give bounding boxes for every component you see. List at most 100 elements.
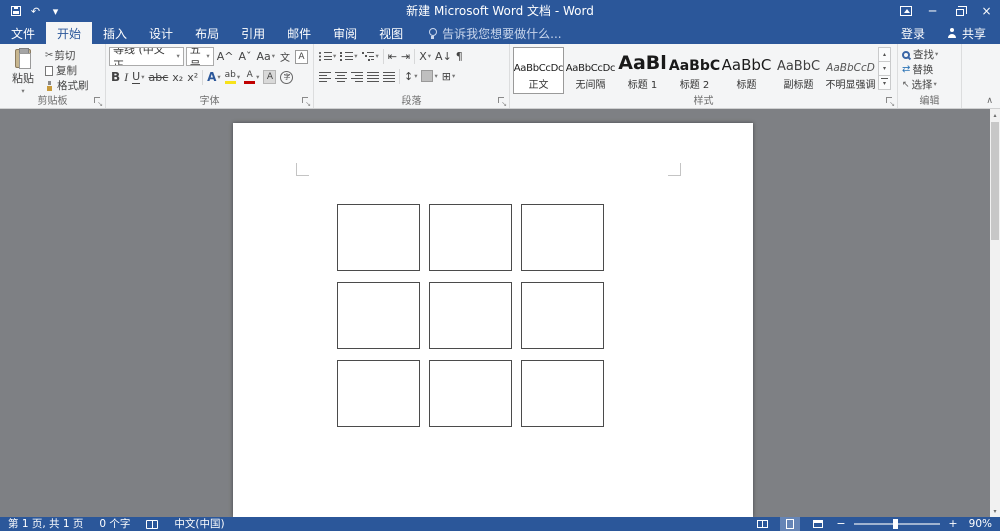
scroll-down-button[interactable]: ▾ bbox=[990, 505, 1000, 517]
numbering-button[interactable]: ▾ bbox=[338, 47, 359, 65]
tab-review[interactable]: 审阅 bbox=[322, 22, 368, 44]
style-card-subtle-emphasis[interactable]: AaBbCcD 不明显强调 bbox=[825, 47, 876, 94]
scroll-up-button[interactable]: ▴ bbox=[990, 109, 1000, 121]
tab-file[interactable]: 文件 bbox=[0, 22, 46, 44]
strikethrough-button[interactable]: abc bbox=[146, 68, 170, 86]
style-card-heading1[interactable]: AaBl 标题 1 bbox=[617, 47, 668, 94]
minimize-button[interactable]: ─ bbox=[919, 0, 946, 22]
collapse-ribbon-button[interactable]: ∧ bbox=[986, 96, 993, 106]
share-button[interactable]: 共享 bbox=[947, 25, 986, 42]
line-spacing-button[interactable]: ↕ ▾ bbox=[402, 67, 419, 85]
paste-button[interactable]: 粘贴 ▾ bbox=[3, 47, 43, 94]
style-card-heading2[interactable]: AaBbC 标题 2 bbox=[669, 47, 720, 94]
qat-customize-button[interactable]: ▾ bbox=[47, 0, 64, 22]
font-dialog-launcher[interactable] bbox=[301, 96, 311, 108]
italic-button[interactable]: I bbox=[122, 68, 130, 86]
style-gallery-down-button[interactable]: ▾ bbox=[878, 61, 891, 76]
document-page[interactable] bbox=[233, 123, 753, 517]
zoom-level[interactable]: 90% bbox=[966, 517, 992, 531]
proofing-status[interactable] bbox=[146, 519, 159, 529]
zoom-in-button[interactable]: + bbox=[948, 517, 958, 531]
justify-button[interactable] bbox=[365, 67, 381, 85]
cut-button[interactable]: ✂ 剪切 bbox=[43, 48, 91, 63]
phonetic-guide-button[interactable]: 文 bbox=[278, 48, 292, 66]
style-gallery-more-button[interactable]: ▾ bbox=[878, 75, 891, 90]
restore-button[interactable] bbox=[946, 0, 973, 22]
page-number-status[interactable]: 第 1 页, 共 1 页 bbox=[8, 517, 83, 531]
grow-font-button[interactable]: A^ bbox=[215, 48, 236, 66]
grid-cell[interactable] bbox=[521, 282, 604, 349]
find-button[interactable]: 查找 ▾ bbox=[901, 47, 958, 62]
font-name-combo[interactable]: 等线 (中文正... ▾ bbox=[109, 47, 184, 66]
underline-button[interactable]: U ▾ bbox=[130, 68, 146, 86]
tab-layout[interactable]: 布局 bbox=[184, 22, 230, 44]
clipboard-dialog-launcher[interactable] bbox=[93, 96, 103, 108]
zoom-out-button[interactable]: − bbox=[836, 517, 846, 531]
replace-button[interactable]: ⇄ 替换 bbox=[901, 62, 958, 77]
enclose-characters-button[interactable]: 字 bbox=[278, 68, 295, 86]
tab-mailings[interactable]: 邮件 bbox=[276, 22, 322, 44]
grid-cell[interactable] bbox=[521, 360, 604, 427]
character-border-button[interactable]: A bbox=[293, 48, 310, 66]
grid-cell[interactable] bbox=[337, 282, 420, 349]
undo-button[interactable]: ↶ bbox=[27, 0, 44, 22]
web-layout-button[interactable] bbox=[808, 517, 828, 531]
text-effects-button[interactable]: A ▾ bbox=[205, 68, 223, 86]
bullets-button[interactable]: ▾ bbox=[317, 47, 338, 65]
font-color-button[interactable]: A ▾ bbox=[242, 68, 261, 86]
tab-references[interactable]: 引用 bbox=[230, 22, 276, 44]
style-card-normal[interactable]: AaBbCcDc 正文 bbox=[513, 47, 564, 94]
multilevel-list-button[interactable]: ▾ bbox=[360, 47, 381, 65]
superscript-button[interactable]: x² bbox=[185, 68, 200, 86]
style-card-subtitle[interactable]: AaBbC 副标题 bbox=[773, 47, 824, 94]
copy-button[interactable]: 复制 bbox=[43, 63, 91, 78]
grid-cell[interactable] bbox=[429, 282, 512, 349]
styles-dialog-launcher[interactable] bbox=[885, 96, 895, 108]
read-mode-button[interactable] bbox=[752, 517, 772, 531]
style-card-title[interactable]: AaBbC 标题 bbox=[721, 47, 772, 94]
sort-button[interactable]: A↓ bbox=[433, 47, 454, 65]
tab-view[interactable]: 视图 bbox=[368, 22, 414, 44]
select-button[interactable]: ↖ 选择 ▾ bbox=[901, 77, 958, 92]
grid-cell[interactable] bbox=[429, 204, 512, 271]
sign-in-button[interactable]: 登录 bbox=[901, 25, 925, 42]
grid-cell[interactable] bbox=[521, 204, 604, 271]
highlight-color-button[interactable]: ab ▾ bbox=[223, 68, 243, 86]
zoom-slider[interactable] bbox=[854, 519, 940, 529]
tell-me-box[interactable]: 告诉我您想要做什么... bbox=[428, 22, 562, 44]
language-status[interactable]: 中文(中国) bbox=[174, 517, 224, 531]
grid-cell[interactable] bbox=[337, 360, 420, 427]
show-hide-marks-button[interactable]: ¶ bbox=[454, 47, 465, 65]
shrink-font-button[interactable]: Aˇ bbox=[236, 48, 253, 66]
grid-cell[interactable] bbox=[337, 204, 420, 271]
style-card-no-spacing[interactable]: AaBbCcDc 无间隔 bbox=[565, 47, 616, 94]
change-case-button[interactable]: Aa ▾ bbox=[254, 48, 277, 66]
close-button[interactable]: × bbox=[973, 0, 1000, 22]
distribute-button[interactable] bbox=[381, 67, 397, 85]
style-gallery-up-button[interactable]: ▴ bbox=[878, 47, 891, 62]
tab-insert[interactable]: 插入 bbox=[92, 22, 138, 44]
vertical-scrollbar[interactable]: ▴ ▾ bbox=[990, 109, 1000, 517]
tab-home[interactable]: 开始 bbox=[46, 22, 93, 44]
borders-button[interactable]: ⊞ ▾ bbox=[440, 67, 457, 85]
zoom-slider-thumb[interactable] bbox=[892, 519, 898, 529]
font-size-combo[interactable]: 五号 ▾ bbox=[185, 47, 214, 66]
shading-button[interactable]: ▾ bbox=[419, 67, 439, 85]
align-right-button[interactable] bbox=[349, 67, 365, 85]
character-shading-button[interactable]: A bbox=[261, 68, 278, 86]
paragraph-dialog-launcher[interactable] bbox=[497, 96, 507, 108]
tab-design[interactable]: 设计 bbox=[138, 22, 184, 44]
align-center-button[interactable] bbox=[333, 67, 349, 85]
increase-indent-button[interactable]: ⇥ bbox=[399, 47, 412, 65]
scrollbar-thumb[interactable] bbox=[991, 122, 999, 240]
asian-layout-button[interactable]: X ▾ bbox=[417, 47, 433, 65]
word-count-status[interactable]: 0 个字 bbox=[99, 517, 130, 531]
subscript-button[interactable]: x₂ bbox=[170, 68, 185, 86]
print-layout-button[interactable] bbox=[780, 517, 800, 531]
bold-button[interactable]: B bbox=[109, 68, 122, 86]
decrease-indent-button[interactable]: ⇤ bbox=[386, 47, 399, 65]
save-button[interactable] bbox=[7, 0, 24, 22]
ribbon-display-options-button[interactable] bbox=[892, 0, 919, 22]
format-painter-button[interactable]: 格式刷 bbox=[43, 78, 91, 93]
grid-cell[interactable] bbox=[429, 360, 512, 427]
